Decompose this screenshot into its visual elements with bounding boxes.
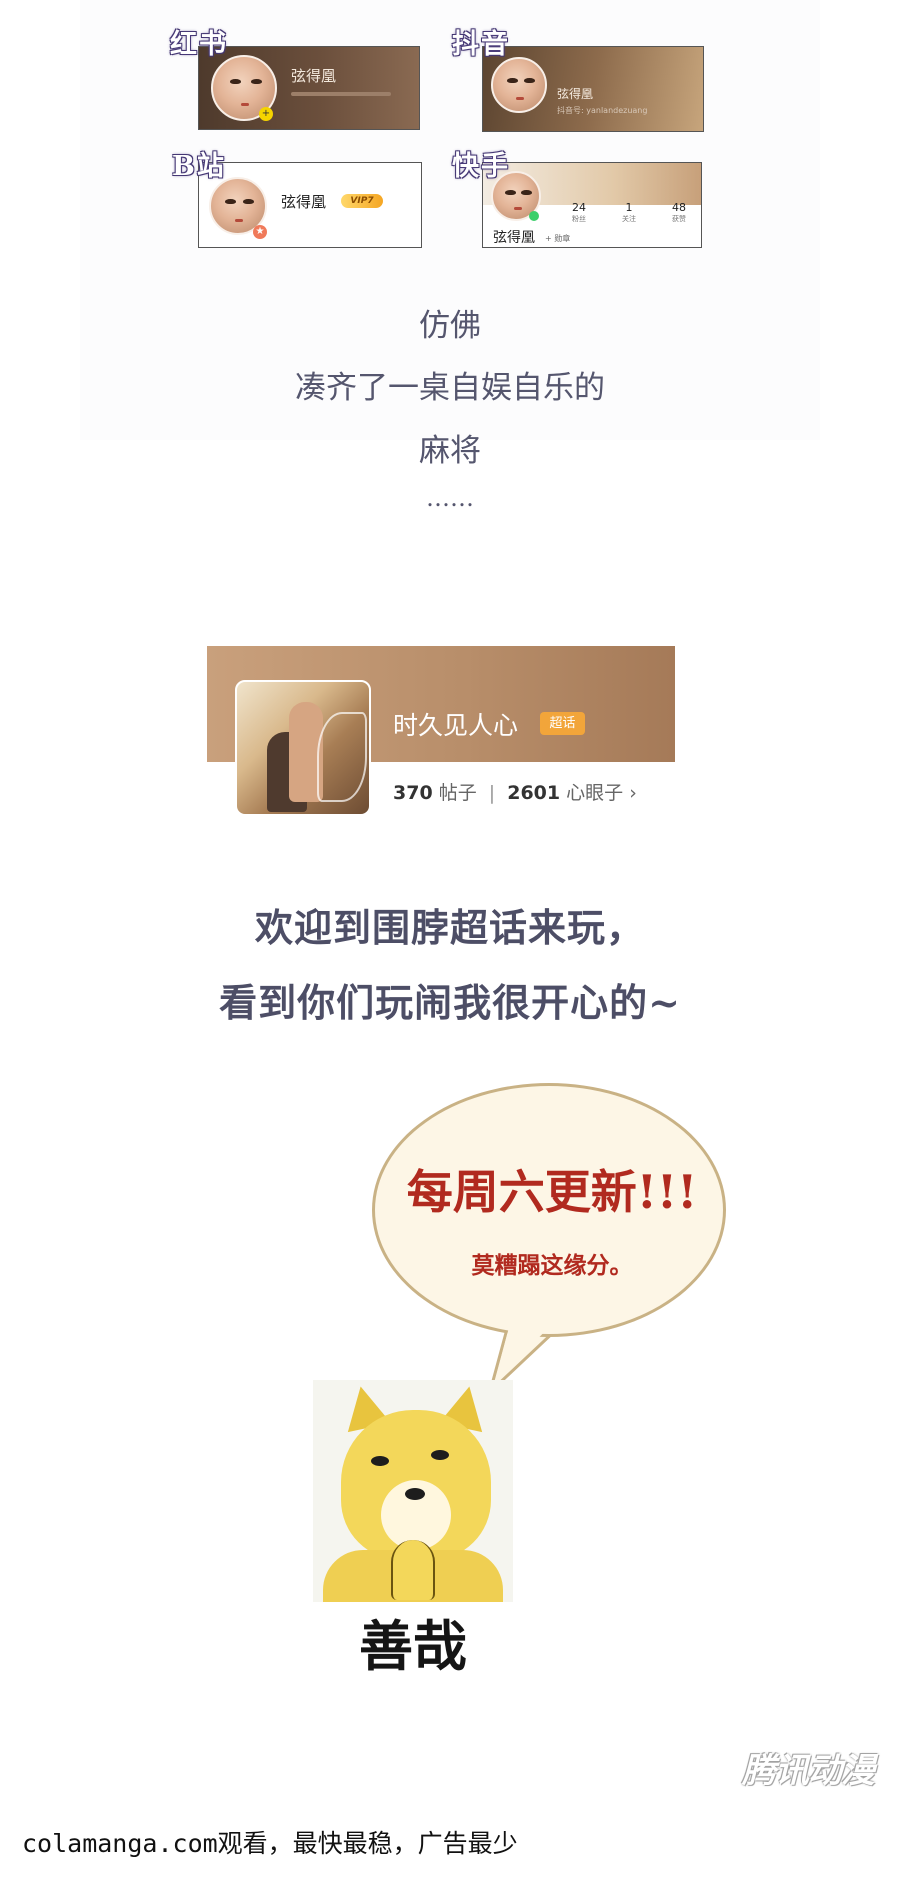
topic-title: 时久见人心	[393, 711, 519, 740]
profile-card-douyin: 弦得凰 抖音号: yanlandezuang	[482, 46, 704, 132]
topic-cover-image	[235, 680, 371, 816]
stat-likes: 48 获赞	[672, 201, 686, 223]
app-label-douyin: 抖音	[452, 29, 510, 60]
super-topic-card[interactable]: 时久见人心 超话 370 帖子 | 2601 心眼子 ›	[207, 646, 675, 821]
profile-name: 弦得凰	[493, 230, 535, 246]
doge-nose	[405, 1488, 425, 1500]
vip-badge: VIP7	[341, 194, 383, 208]
welcome-line-2: 看到你们玩闹我很开心的~	[219, 980, 681, 1025]
stat-following: 1 关注	[622, 201, 636, 223]
welcome-line-1: 欢迎到围脖超话来玩，	[254, 905, 645, 950]
profile-name: 弦得凰	[291, 67, 337, 85]
app-label-bilibili: B站	[172, 151, 226, 182]
posts-count: 370	[393, 782, 433, 804]
profile-card-bilibili: ★ 弦得凰 VIP7	[198, 162, 422, 248]
speech-bubble: 每周六更新!!! 莫糟蹋这缘分。	[372, 1083, 726, 1337]
update-notice: 每周六更新!!!	[406, 1165, 698, 1219]
blurred-id-line	[291, 92, 391, 96]
app-label-kuaishou: 快手	[452, 151, 510, 182]
posts-label: 帖子	[438, 782, 477, 804]
poem-line-1: 仿佛	[419, 308, 481, 344]
poem-line-3: 麻将	[419, 433, 481, 469]
fans-count: 2601	[507, 782, 561, 804]
doge-eye-right	[431, 1450, 449, 1460]
fans-label: 心眼子	[566, 782, 624, 804]
stat-fans: 24 粉丝	[572, 201, 586, 223]
footer-notice: colamanga.com观看，最快最稳，广告最少	[22, 1829, 518, 1858]
app-label-xiaohongshu: 红书	[170, 29, 228, 60]
poem-line-2: 凑齐了一桌自娱自乐的	[295, 370, 605, 406]
doge-praying-hands	[391, 1540, 435, 1600]
chevron-right-icon: ›	[629, 782, 637, 804]
profile-name: 弦得凰	[557, 87, 594, 101]
super-topic-tag: 超话	[540, 712, 585, 735]
divider: |	[488, 782, 496, 804]
profile-name: 弦得凰	[281, 193, 327, 211]
profile-card-xiaohongshu: + 弦得凰	[198, 46, 420, 130]
tencent-comic-watermark: 腾讯动漫	[742, 1751, 875, 1791]
topic-counts[interactable]: 370 帖子 | 2601 心眼子 ›	[393, 778, 637, 805]
poem-line-4: ……	[426, 484, 474, 512]
douyin-id: 抖音号: yanlandezuang	[557, 106, 648, 115]
profile-card-kuaishou: 24 粉丝 1 关注 48 获赞 弦得凰 + 勋章	[482, 162, 702, 248]
online-dot-icon	[529, 211, 539, 221]
meme-caption: 善哉	[359, 1615, 467, 1678]
level-badge-icon: ★	[253, 225, 267, 239]
add-badge-icon: +	[259, 107, 273, 121]
doge-eye-left	[371, 1456, 389, 1466]
avatar	[491, 57, 547, 113]
bubble-subtext: 莫糟蹋这缘分。	[471, 1252, 633, 1279]
doge-meme: 善哉	[313, 1380, 513, 1680]
medal-link: + 勋章	[545, 234, 571, 243]
